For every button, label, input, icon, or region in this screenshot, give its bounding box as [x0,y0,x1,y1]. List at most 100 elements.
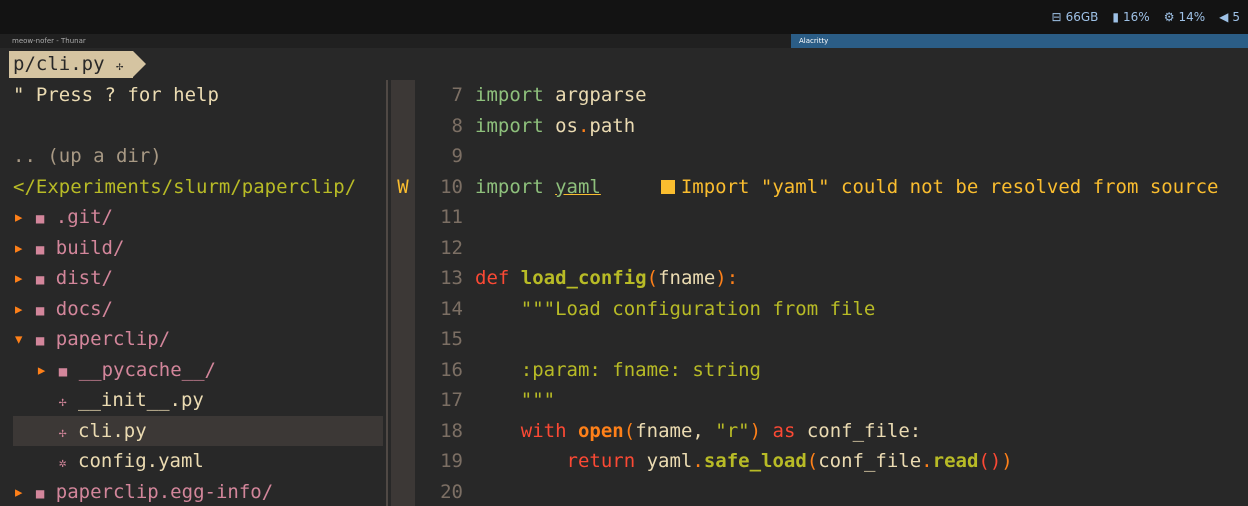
tree-item-docs[interactable]: ▸ ■ docs/ [13,294,383,325]
memory-stat: ▮ 16% [1112,10,1149,24]
up-dir-text: .. (up a dir) [13,145,162,167]
python-file-icon: ✢ [58,425,67,441]
help-text: " Press ? for help [13,84,219,106]
code-line-warning: W 10 import yaml Import "yaml" could not be… [391,172,1248,203]
warning-icon [660,179,675,194]
memory-icon: ▮ [1112,10,1120,24]
alacritty-window-title[interactable]: Alacritty [791,34,1248,48]
volume-stat[interactable]: ◀ 5 [1219,10,1240,24]
python-file-icon: ✢ [58,395,67,410]
folder-icon: ■ [58,363,68,380]
disk-value: 66GB [1065,10,1099,24]
code-line: 14 """Load configuration from file [391,294,1248,325]
diagnostic-message: Import "yaml" could not be resolved from… [680,175,1219,198]
thunar-window-title[interactable]: meow-nofer - Thunar [12,34,86,48]
tree-item-label: docs/ [55,297,113,320]
cpu-stat: ⚙ 14% [1164,10,1205,24]
code-line: 17 """ [391,385,1248,416]
tree-item-label: cli.py [78,419,147,442]
top-status-bar: ⊟ 66GB ▮ 16% ⚙ 14% ◀ 5 [0,0,1248,34]
line-number: 9 [451,145,463,167]
tree-item-label: __init__.py [78,389,204,411]
code-line: 13 def load_config(fname): [391,263,1248,294]
window-title-bar: meow-nofer - Thunar Alacritty [0,34,1248,48]
code-line: 15 [391,324,1248,355]
tree-item-egg-info[interactable]: ▸ ■ paperclip.egg-info/ [13,477,383,506]
line-number: 14 [440,297,463,320]
line-number: 18 [440,419,463,442]
root-path-text: </Experiments/slurm/paperclip/ [13,175,357,198]
code-line: 19 return yaml.safe_load(conf_file.read(… [391,446,1248,477]
tree-tab[interactable]: p/cli.py ✢ [9,51,147,78]
tree-item-dist[interactable]: ▸ ■ dist/ [13,263,383,294]
collapsed-arrow-icon: ▸ [13,480,25,503]
cpu-icon: ⚙ [1163,10,1175,24]
tree-item-init[interactable]: ✢ __init__.py [13,385,383,416]
collapsed-arrow-icon: ▸ [13,267,25,289]
tree-tab-label: p/cli.py [13,53,105,75]
tree-help-line: " Press ? for help [13,80,383,111]
tree-item-label: __pycache__/ [78,358,216,381]
tree-up-dir[interactable]: .. (up a dir) [13,141,383,172]
tree-item-config[interactable]: ✲ config.yaml [13,446,383,477]
line-number: 15 [440,328,463,350]
warning-sign[interactable]: W [391,172,415,203]
tree-item-git[interactable]: ▸ ■ .git/ [13,202,383,233]
python-file-icon: ✢ [115,59,124,73]
expanded-arrow-icon: ▾ [13,328,25,350]
code-line: 16 :param: fname: string [391,355,1248,386]
line-number: 16 [440,358,463,381]
terminal-window[interactable]: p/cli.py ✢ " Press ? for help .. (up a d… [0,48,1248,506]
collapsed-arrow-icon: ▸ [13,236,25,259]
line-number: 13 [440,267,463,289]
code-line: 12 [391,233,1248,264]
tree-blank-line [13,111,383,142]
system-status: ⊟ 66GB ▮ 16% ⚙ 14% ◀ 5 [1052,10,1240,24]
line-number: 10 [440,175,463,198]
tree-lines: " Press ? for help .. (up a dir) </Exper… [13,80,383,506]
line-number: 11 [440,206,463,228]
disk-stat: ⊟ 66GB [1052,10,1099,24]
line-number: 8 [451,114,463,137]
nerdtree-panel[interactable]: p/cli.py ✢ " Press ? for help .. (up a d… [0,48,386,506]
tree-item-label: build/ [55,236,125,259]
tree-item-pycache[interactable]: ▸ ■ __pycache__/ [13,355,383,386]
tree-item-label: .git/ [55,206,113,228]
tree-item-cli[interactable]: ✢ cli.py [13,415,383,446]
folder-icon: ■ [35,333,45,349]
tree-item-build[interactable]: ▸ ■ build/ [13,233,383,264]
split-separator[interactable] [386,80,388,506]
disk-icon: ⊟ [1051,10,1062,24]
collapsed-arrow-icon: ▸ [35,358,48,381]
memory-value: 16% [1123,10,1150,24]
cpu-value: 14% [1178,10,1206,24]
code-line: 8 import os.path [391,111,1248,142]
volume-icon: ◀ [1219,10,1229,24]
code-line: 11 [391,202,1248,233]
tree-item-label: config.yaml [78,450,204,472]
code-line: 9 [391,141,1248,172]
folder-icon: ■ [35,485,45,502]
collapsed-arrow-icon: ▸ [13,297,25,320]
folder-icon: ■ [35,272,45,288]
volume-value: 5 [1232,10,1240,24]
tree-root-path[interactable]: </Experiments/slurm/paperclip/ [13,172,383,203]
folder-icon: ■ [35,302,45,319]
code-editor[interactable]: 7 import argparse 8 import os.path 9 W 10 im… [391,80,1248,506]
tree-item-label: paperclip.egg-info/ [55,480,274,503]
folder-icon: ■ [35,211,45,227]
tree-item-label: dist/ [55,267,113,289]
line-number: 20 [440,480,463,503]
line-number: 12 [440,236,463,259]
config-file-icon: ✲ [58,456,67,471]
code-line: 20 [391,477,1248,506]
line-number: 19 [440,450,463,472]
tree-item-paperclip[interactable]: ▾ ■ paperclip/ [13,324,383,355]
collapsed-arrow-icon: ▸ [13,206,25,228]
code-line: 18 with open(fname, "r") as conf_file: [391,416,1248,447]
tree-item-label: paperclip/ [55,328,171,350]
line-number: 7 [451,84,463,106]
folder-icon: ■ [35,241,45,258]
code-line: 7 import argparse [391,80,1248,111]
line-number: 17 [440,389,463,411]
